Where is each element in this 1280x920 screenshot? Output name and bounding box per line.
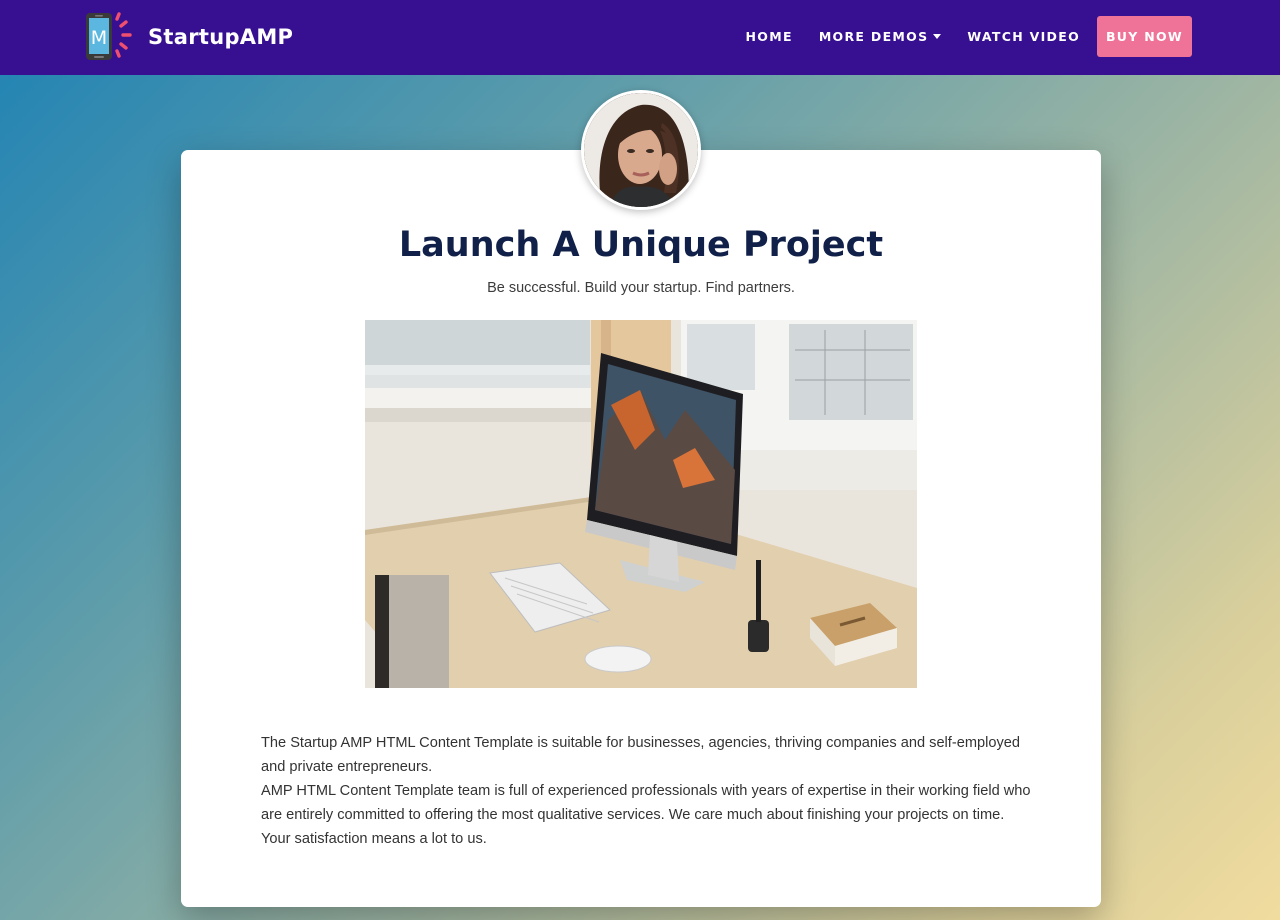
page-title: Launch A Unique Project: [398, 225, 884, 265]
brand-name: StartupAMP: [148, 25, 294, 49]
nav-watch-video[interactable]: WATCH VIDEO: [967, 29, 1080, 44]
buy-now-button[interactable]: BUY NOW: [1097, 16, 1192, 57]
content-card: Launch A Unique Project Be successful. B…: [181, 150, 1101, 907]
nav-home-label: HOME: [745, 29, 793, 44]
logo-icon: M: [84, 11, 134, 63]
logo-letter: M: [91, 27, 107, 49]
hero-image: [365, 320, 917, 688]
brand-link[interactable]: M StartupAMP: [84, 11, 293, 63]
main-nav: HOME MORE DEMOS WATCH VIDEO BUY NOW: [720, 16, 1192, 57]
nav-more-demos[interactable]: MORE DEMOS: [819, 29, 942, 44]
description-paragraph-2: AMP HTML Content Template team is full o…: [261, 783, 1031, 847]
nav-home[interactable]: HOME: [746, 29, 793, 44]
chevron-down-icon: [933, 34, 942, 39]
card-description: The Startup AMP HTML Content Template is…: [261, 731, 1031, 851]
avatar: [581, 90, 701, 210]
nav-more-demos-label: MORE DEMOS: [818, 29, 929, 44]
navbar: M StartupAMP HOME MORE DEMOS WATCH VIDEO…: [0, 0, 1280, 75]
nav-watch-video-label: WATCH VIDEO: [967, 29, 1080, 44]
page-subtitle: Be successful. Build your startup. Find …: [487, 280, 795, 296]
description-paragraph-1: The Startup AMP HTML Content Template is…: [261, 735, 1020, 775]
